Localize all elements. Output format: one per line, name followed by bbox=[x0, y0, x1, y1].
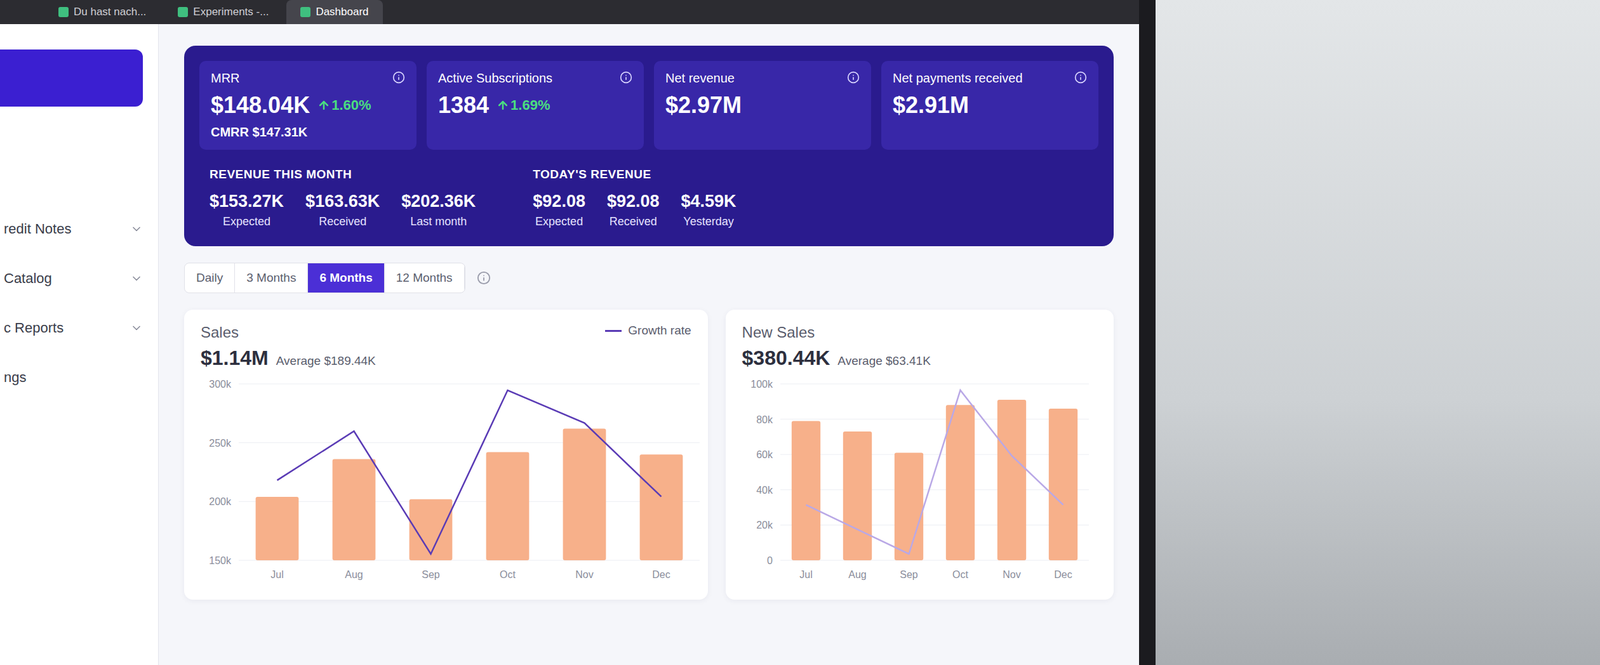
stat-card: MRR$148.04K1.60%CMRR $147.31K bbox=[199, 60, 417, 150]
axis-tick: 250k bbox=[208, 438, 232, 449]
info-icon[interactable] bbox=[619, 71, 633, 84]
grid-line: 250k bbox=[208, 438, 700, 449]
laptop-screen: Du hast nach...Experiments -...Dashboard… bbox=[0, 0, 1156, 665]
axis-tick: 40k bbox=[756, 485, 774, 496]
browser-tab-bar: Du hast nach...Experiments -...Dashboard bbox=[0, 0, 1140, 25]
sidebar-item[interactable]: c Reports bbox=[0, 317, 159, 340]
revenue-item: $92.08Received bbox=[606, 191, 660, 229]
range-tab[interactable]: Daily bbox=[184, 263, 235, 293]
chart-bar[interactable] bbox=[996, 400, 1026, 561]
range-tabs: Daily3 Months6 Months12 Months bbox=[184, 262, 466, 294]
sidebar: redit Notes Catalog c Reports ngs bbox=[0, 24, 159, 665]
revenue-group: REVENUE THIS MONTH$153.27KExpected$163.6… bbox=[209, 167, 476, 229]
revenue-item: $4.59KYesterday bbox=[681, 191, 737, 229]
photo: Du hast nach...Experiments -...Dashboard… bbox=[0, 0, 1600, 665]
chevron-down-icon bbox=[130, 321, 143, 335]
axis-label: Nov bbox=[1002, 569, 1021, 581]
chart-card: Sales$1.14MAverage $189.44KGrowth rate30… bbox=[184, 309, 708, 600]
new-sales-chart: 100k 80k 60k 40k 20k 0 Jul Aug Sep Oct Nov Dec bbox=[742, 376, 1098, 587]
chart-bar[interactable] bbox=[791, 420, 820, 561]
sidebar-active-item[interactable] bbox=[0, 49, 143, 107]
legend-line-icon bbox=[605, 330, 622, 333]
axis-tick: 100k bbox=[750, 379, 774, 390]
browser-tab[interactable]: Du hast nach... bbox=[44, 0, 160, 25]
range-tab[interactable]: 6 Months bbox=[307, 263, 385, 293]
arrow-up-icon bbox=[496, 99, 510, 112]
chart-bar[interactable] bbox=[332, 459, 376, 561]
sidebar-item[interactable]: ngs bbox=[0, 366, 159, 389]
chart-bar[interactable] bbox=[945, 405, 974, 561]
chart-bar[interactable] bbox=[486, 452, 530, 561]
axis-tick: 300k bbox=[208, 379, 232, 390]
info-icon[interactable] bbox=[846, 71, 860, 84]
axis-label: Jul bbox=[799, 569, 813, 581]
sidebar-item[interactable]: Catalog bbox=[0, 267, 159, 290]
sales-chart: 300k 250k 200k 150k Jul Aug Sep Oct Nov Dec bbox=[200, 376, 709, 587]
axis-label: Sep bbox=[899, 569, 919, 581]
browser-tab[interactable]: Dashboard bbox=[286, 0, 383, 25]
axis-tick: 200k bbox=[208, 496, 232, 508]
chart-legend: Growth rate bbox=[605, 323, 691, 338]
chart-bar[interactable] bbox=[255, 497, 300, 561]
grid-line: 100k bbox=[750, 379, 1089, 390]
axis-label: Sep bbox=[421, 569, 440, 581]
revenue-item: $92.08Expected bbox=[532, 191, 586, 229]
favicon-icon bbox=[177, 6, 188, 18]
growth-line bbox=[277, 390, 662, 555]
grid-line: 300k bbox=[208, 379, 700, 390]
revenue-item: $163.63KReceived bbox=[305, 191, 380, 229]
axis-tick: 80k bbox=[756, 414, 774, 426]
axis-label: Oct bbox=[952, 569, 969, 581]
background bbox=[1155, 0, 1600, 665]
growth-line bbox=[805, 390, 1063, 555]
delta-badge: 1.69% bbox=[496, 97, 550, 114]
chart-bar[interactable] bbox=[640, 454, 684, 561]
revenue-group: TODAY'S REVENUE$92.08Expected$92.08Recei… bbox=[532, 167, 736, 229]
axis-label: Dec bbox=[1053, 569, 1072, 581]
axis-tick: 150k bbox=[208, 555, 232, 567]
axis-tick: 20k bbox=[756, 520, 774, 531]
axis-label: Oct bbox=[499, 569, 516, 581]
chart-bar[interactable] bbox=[842, 431, 872, 561]
axis-label: Jul bbox=[270, 569, 284, 581]
chevron-down-icon bbox=[130, 222, 143, 236]
stat-card: Net revenue$2.97M bbox=[653, 60, 872, 150]
chart-card: New Sales$380.44KAverage $63.41K100k80k6… bbox=[725, 309, 1114, 600]
axis-tick: 60k bbox=[756, 449, 774, 461]
axis-label: Aug bbox=[344, 569, 363, 581]
chart-bar[interactable] bbox=[893, 452, 923, 561]
favicon-icon bbox=[300, 6, 311, 18]
summary-panel: MRR$148.04K1.60%CMRR $147.31KActive Subs… bbox=[184, 45, 1114, 247]
info-icon[interactable] bbox=[1074, 71, 1087, 84]
axis-label: Dec bbox=[652, 569, 670, 581]
favicon-icon bbox=[58, 6, 69, 18]
stat-card: Active Subscriptions13841.69% bbox=[426, 60, 644, 150]
chart-bar[interactable] bbox=[563, 428, 607, 561]
chart-bar[interactable] bbox=[1048, 408, 1077, 561]
info-icon[interactable] bbox=[476, 271, 491, 286]
arrow-up-icon bbox=[317, 99, 331, 112]
range-tab[interactable]: 12 Months bbox=[384, 263, 465, 293]
browser-tab[interactable]: Experiments -... bbox=[163, 0, 283, 25]
stat-card: Net payments received$2.91M bbox=[881, 60, 1099, 150]
axis-tick: 0 bbox=[766, 555, 773, 567]
revenue-item: $153.27KExpected bbox=[209, 191, 284, 229]
dashboard: MRR$148.04K1.60%CMRR $147.31KActive Subs… bbox=[158, 24, 1140, 665]
axis-label: Nov bbox=[575, 569, 594, 581]
axis-label: Aug bbox=[848, 569, 867, 581]
chevron-down-icon bbox=[130, 272, 143, 286]
range-tab[interactable]: 3 Months bbox=[234, 263, 308, 293]
revenue-item: $202.36KLast month bbox=[401, 191, 476, 229]
info-icon[interactable] bbox=[392, 71, 406, 84]
sidebar-item[interactable]: redit Notes bbox=[0, 218, 159, 240]
delta-badge: 1.60% bbox=[317, 97, 371, 114]
